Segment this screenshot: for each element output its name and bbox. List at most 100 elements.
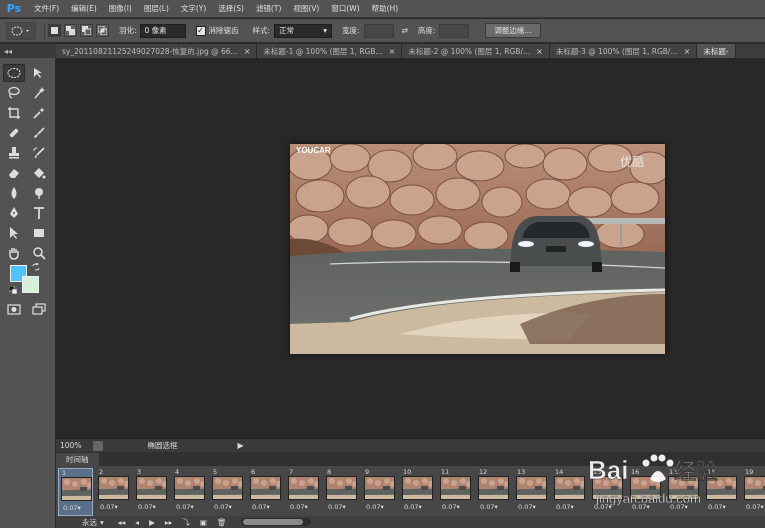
timeline-frame[interactable]: 3 0.07▾ — [134, 468, 169, 516]
zoom-level[interactable]: 100% — [60, 441, 81, 450]
menu-filter[interactable]: 滤镜(T) — [250, 3, 287, 14]
zoom-tool[interactable] — [28, 244, 50, 262]
quick-mask-button[interactable] — [3, 300, 25, 318]
timeline-frame[interactable]: 4 0.07▾ — [172, 468, 207, 516]
timeline-frame[interactable]: 9 0.07▾ — [362, 468, 397, 516]
new-selection-mode-button[interactable] — [48, 24, 61, 37]
default-colors-icon[interactable] — [8, 285, 18, 295]
status-info-icon[interactable] — [93, 440, 104, 451]
doc-tab[interactable]: 未标题-2 @ 100% (图层 1, RGB/... × — [402, 44, 550, 58]
menu-window[interactable]: 窗口(W) — [325, 3, 365, 14]
timeline-frame[interactable]: 6 0.07▾ — [248, 468, 283, 516]
menu-view[interactable]: 视图(V) — [287, 3, 325, 14]
eyedropper-tool[interactable] — [28, 104, 50, 122]
status-menu-arrow-icon[interactable]: ▶ — [237, 441, 243, 450]
magic-wand-tool[interactable] — [28, 84, 50, 102]
swap-colors-icon[interactable] — [32, 262, 40, 271]
timeline-frame[interactable]: 13 0.07▾ — [514, 468, 549, 516]
doc-tab[interactable]: 未标题-3 @ 100% (图层 1, RGB/... × — [549, 44, 698, 58]
doc-tab[interactable]: 未标题-1 @ 100% (图层 1, RGB... × — [257, 44, 403, 58]
menu-help[interactable]: 帮助(H) — [366, 3, 405, 14]
frame-delay-select[interactable]: 0.07▾ — [63, 504, 81, 512]
timeline-frame[interactable]: 14 0.07▾ — [552, 468, 587, 516]
close-icon[interactable]: × — [244, 47, 251, 56]
subtract-selection-mode-button[interactable] — [80, 24, 93, 37]
type-tool[interactable] — [28, 204, 50, 222]
menu-select[interactable]: 选择(S) — [212, 3, 250, 14]
next-frame-button[interactable]: ▸▸ — [165, 518, 173, 527]
background-color-swatch[interactable] — [22, 276, 39, 293]
brush-tool[interactable] — [28, 124, 50, 142]
frame-delay-select[interactable]: 0.07▾ — [100, 503, 118, 511]
doc-tab[interactable]: sy_20110821125249027028-恢复的.jpg @ 66... … — [56, 44, 258, 58]
timeline-frame[interactable]: 2 0.07▾ — [96, 468, 131, 516]
frame-delay-select[interactable]: 0.07▾ — [290, 503, 308, 511]
frame-delay-select[interactable]: 0.07▾ — [328, 503, 346, 511]
intersect-selection-mode-button[interactable] — [96, 24, 109, 37]
healing-brush-tool[interactable] — [3, 124, 25, 142]
timeline-frame[interactable]: 1 0.07▾ — [58, 468, 93, 516]
rectangle-tool[interactable] — [28, 224, 50, 242]
tween-icon[interactable]: ⤵ — [182, 517, 190, 528]
frame-delay-select[interactable]: 0.07▾ — [214, 503, 232, 511]
menu-edit[interactable]: 编辑(E) — [65, 3, 103, 14]
feather-input[interactable]: 0 像素 — [139, 23, 186, 38]
loop-select[interactable]: 永远 — [82, 517, 97, 528]
blur-tool[interactable] — [3, 184, 25, 202]
swap-icon[interactable]: ⇄ — [402, 26, 408, 35]
timeline-scrollbar[interactable] — [240, 518, 311, 526]
frame-delay-select[interactable]: 0.07▾ — [480, 503, 498, 511]
close-icon[interactable]: × — [684, 47, 691, 56]
hand-tool[interactable] — [3, 244, 25, 262]
menu-file[interactable]: 文件(F) — [28, 3, 65, 14]
document-canvas[interactable]: YOUCAR 优酷 — [290, 144, 665, 354]
previous-frame-button[interactable]: ◂ — [135, 518, 139, 527]
history-brush-tool[interactable] — [28, 144, 50, 162]
chevron-down-icon[interactable]: ▾ — [100, 518, 104, 527]
timeline-frame[interactable]: 11 0.07▾ — [438, 468, 473, 516]
timeline-frame[interactable]: 10 0.07▾ — [400, 468, 435, 516]
frame-delay-select[interactable]: 0.07▾ — [404, 503, 422, 511]
antialias-checkbox[interactable]: ✓ — [195, 25, 206, 36]
menu-type[interactable]: 文字(Y) — [175, 3, 212, 14]
frame-delay-select[interactable]: 0.07▾ — [556, 503, 574, 511]
screen-mode-button[interactable] — [28, 300, 50, 318]
first-frame-button[interactable]: ◂◂ — [118, 518, 126, 527]
ellipse-marquee-tool[interactable] — [3, 64, 25, 82]
clone-stamp-tool[interactable] — [3, 144, 25, 162]
path-selection-tool[interactable] — [3, 224, 25, 242]
frame-delay-select[interactable]: 0.07▾ — [176, 503, 194, 511]
tab-timeline[interactable]: 时间轴 — [56, 453, 99, 466]
dodge-tool[interactable] — [28, 184, 50, 202]
eraser-tool[interactable] — [3, 164, 25, 182]
scrollbar-thumb[interactable] — [242, 519, 303, 525]
play-button[interactable]: ▶ — [149, 518, 155, 527]
timeline-frame[interactable]: 7 0.07▾ — [286, 468, 321, 516]
timeline-frame[interactable]: 8 0.07▾ — [324, 468, 359, 516]
tool-preset-picker[interactable] — [6, 21, 36, 40]
height-input[interactable] — [439, 23, 470, 38]
crop-tool[interactable] — [3, 104, 25, 122]
pen-tool[interactable] — [3, 204, 25, 222]
move-tool[interactable] — [28, 64, 50, 82]
menu-image[interactable]: 图像(I) — [103, 3, 138, 14]
timeline-frame[interactable]: 12 0.07▾ — [476, 468, 511, 516]
duplicate-frame-icon[interactable]: ▣ — [200, 518, 207, 527]
doc-tab-active[interactable]: 未标题- — [697, 44, 736, 58]
frame-delay-select[interactable]: 0.07▾ — [138, 503, 156, 511]
refine-edge-button[interactable]: 调整边缘... — [485, 23, 541, 38]
toolbar-collapse[interactable]: ◂◂ — [0, 44, 56, 58]
frame-delay-select[interactable]: 0.07▾ — [366, 503, 384, 511]
add-selection-mode-button[interactable] — [64, 24, 77, 37]
style-select[interactable]: 正常 ▾ — [274, 23, 333, 38]
frame-delay-select[interactable]: 0.07▾ — [252, 503, 270, 511]
frame-delay-select[interactable]: 0.07▾ — [442, 503, 460, 511]
menu-layer[interactable]: 图层(L) — [138, 3, 175, 14]
close-icon[interactable]: × — [389, 47, 396, 56]
paint-bucket-tool[interactable] — [28, 164, 50, 182]
lasso-tool[interactable] — [3, 84, 25, 102]
width-input[interactable] — [363, 23, 394, 38]
close-icon[interactable]: × — [536, 47, 543, 56]
timeline-frame[interactable]: 5 0.07▾ — [210, 468, 245, 516]
trash-icon[interactable]: 🗑 — [217, 518, 227, 527]
